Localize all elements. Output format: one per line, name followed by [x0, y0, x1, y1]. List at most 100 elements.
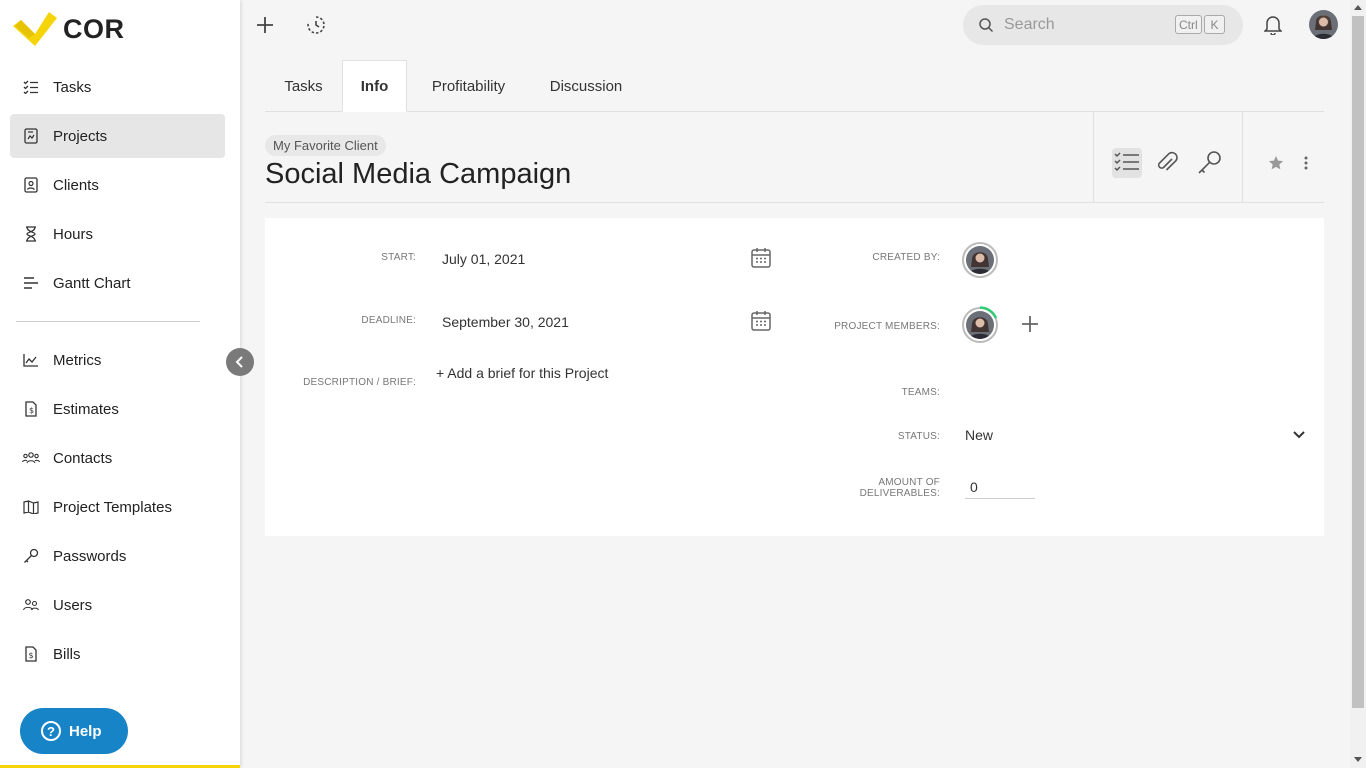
search-icon	[979, 17, 994, 32]
projects-icon	[22, 127, 40, 145]
sidebar-item-label: Project Templates	[53, 498, 172, 516]
notifications-button[interactable]	[1260, 12, 1286, 38]
chevron-left-icon	[235, 356, 243, 368]
add-button[interactable]	[252, 12, 278, 38]
project-tabs: Tasks Info Profitability Discussion	[265, 60, 1324, 112]
shortcut-ctrl-key: Ctrl	[1175, 15, 1202, 34]
sidebar-item-estimates[interactable]: $ Estimates	[10, 387, 225, 431]
deliverables-label: AMOUNT OF DELIVERABLES:	[765, 477, 940, 499]
metrics-icon	[22, 351, 40, 369]
plus-icon	[257, 17, 273, 33]
project-members-label: PROJECT MEMBERS:	[834, 321, 940, 332]
deliverables-label-line-1: AMOUNT OF	[878, 477, 940, 488]
member-progress-ring	[979, 306, 998, 319]
user-avatar[interactable]	[1309, 10, 1338, 39]
add-brief-link[interactable]: + Add a brief for this Project	[436, 365, 608, 381]
templates-icon	[22, 498, 40, 516]
sidebar-item-label: Contacts	[53, 449, 113, 467]
sidebar-item-bills[interactable]: $ Bills	[10, 632, 225, 676]
timer-icon	[307, 16, 325, 34]
search-input[interactable]	[1004, 16, 1154, 34]
page-title: Social Media Campaign	[265, 158, 572, 190]
sidebar-item-label: Projects	[53, 127, 108, 145]
svg-text:$: $	[29, 651, 34, 660]
key-icon	[1198, 151, 1221, 174]
sidebar-item-project-templates[interactable]: Project Templates	[10, 485, 225, 529]
more-vertical-icon	[1304, 156, 1308, 170]
deadline-label: DEADLINE:	[361, 315, 416, 326]
logo[interactable]: COR	[13, 12, 125, 46]
more-options-button[interactable]	[1291, 148, 1321, 178]
header-divider	[265, 202, 1324, 203]
teams-label: TEAMS:	[901, 387, 940, 398]
sidebar-item-metrics[interactable]: Metrics	[10, 338, 225, 382]
search-box[interactable]: Ctrl K	[963, 5, 1243, 45]
help-button[interactable]: ? Help	[20, 708, 128, 754]
sidebar-item-contacts[interactable]: Contacts	[10, 436, 225, 480]
project-actions	[1093, 112, 1243, 202]
creator-avatar[interactable]	[962, 242, 998, 278]
sidebar-item-clients[interactable]: Clients	[10, 163, 225, 207]
sidebar-item-label: Tasks	[53, 78, 92, 96]
users-icon	[22, 596, 40, 614]
timer-button[interactable]	[303, 12, 329, 38]
logo-text: COR	[63, 13, 125, 44]
sidebar-item-label: Hours	[53, 225, 94, 243]
sidebar: COR Tasks Projects Clients Hours Gantt C…	[0, 0, 240, 768]
sidebar-item-projects[interactable]: Projects	[10, 114, 225, 158]
bell-icon	[1264, 16, 1282, 35]
shortcut-k-key: K	[1204, 15, 1225, 34]
scroll-up-arrow-icon[interactable]	[1354, 5, 1362, 10]
sidebar-item-label: Users	[53, 596, 93, 614]
help-label: Help	[69, 722, 102, 740]
status-select[interactable]: New	[965, 423, 1305, 447]
sidebar-item-tasks[interactable]: Tasks	[10, 65, 225, 109]
sidebar-item-label: Clients	[53, 176, 99, 194]
sidebar-item-label: Gantt Chart	[53, 274, 131, 292]
gantt-icon	[22, 274, 40, 292]
deliverables-input[interactable]	[965, 475, 1035, 499]
tab-profitability[interactable]: Profitability	[407, 60, 530, 112]
start-label: START:	[381, 252, 416, 263]
client-chip[interactable]: My Favorite Client	[265, 135, 386, 156]
status-label: STATUS:	[897, 431, 940, 442]
project-info-card: START: July 01, 2021 DEADLINE: September…	[265, 218, 1324, 536]
star-icon	[1268, 156, 1284, 170]
description-label: DESCRIPTION / BRIEF:	[303, 377, 416, 388]
sidebar-item-passwords[interactable]: Passwords	[10, 534, 225, 578]
deadline-date-field[interactable]: September 30, 2021	[442, 314, 569, 330]
tab-tasks[interactable]: Tasks	[265, 60, 342, 112]
cor-logo-icon	[13, 12, 57, 46]
avatar-image	[966, 246, 994, 274]
scroll-down-arrow-icon[interactable]	[1354, 757, 1362, 762]
favorite-button[interactable]	[1261, 148, 1291, 178]
bills-icon: $	[22, 645, 40, 663]
attachments-button[interactable]	[1152, 148, 1182, 178]
add-member-button[interactable]	[1015, 309, 1045, 339]
tab-discussion[interactable]: Discussion	[530, 60, 642, 112]
estimates-icon: $	[22, 400, 40, 418]
sidebar-item-hours[interactable]: Hours	[10, 212, 225, 256]
collapse-sidebar-button[interactable]	[226, 348, 254, 376]
sidebar-item-label: Passwords	[53, 547, 127, 565]
sidebar-item-gantt-chart[interactable]: Gantt Chart	[10, 261, 225, 305]
sidebar-item-label: Bills	[53, 645, 81, 663]
chevron-down-icon	[1293, 431, 1305, 439]
tasks-icon	[22, 78, 40, 96]
clients-icon	[22, 176, 40, 194]
checklist-icon	[1114, 152, 1139, 172]
created-by-label: CREATED BY:	[872, 252, 940, 263]
svg-text:$: $	[29, 406, 34, 415]
checklist-button[interactable]	[1112, 148, 1142, 178]
contacts-icon	[22, 449, 40, 467]
sidebar-item-users[interactable]: Users	[10, 583, 225, 627]
scroll-thumb[interactable]	[1352, 16, 1364, 708]
status-value: New	[965, 427, 994, 443]
tab-info[interactable]: Info	[342, 60, 407, 112]
passwords-button[interactable]	[1195, 148, 1225, 178]
hourglass-icon	[22, 225, 40, 243]
plus-icon	[1022, 316, 1038, 332]
sidebar-item-label: Estimates	[53, 400, 119, 418]
start-date-field[interactable]: July 01, 2021	[442, 251, 525, 267]
scrollbar[interactable]	[1350, 0, 1366, 768]
